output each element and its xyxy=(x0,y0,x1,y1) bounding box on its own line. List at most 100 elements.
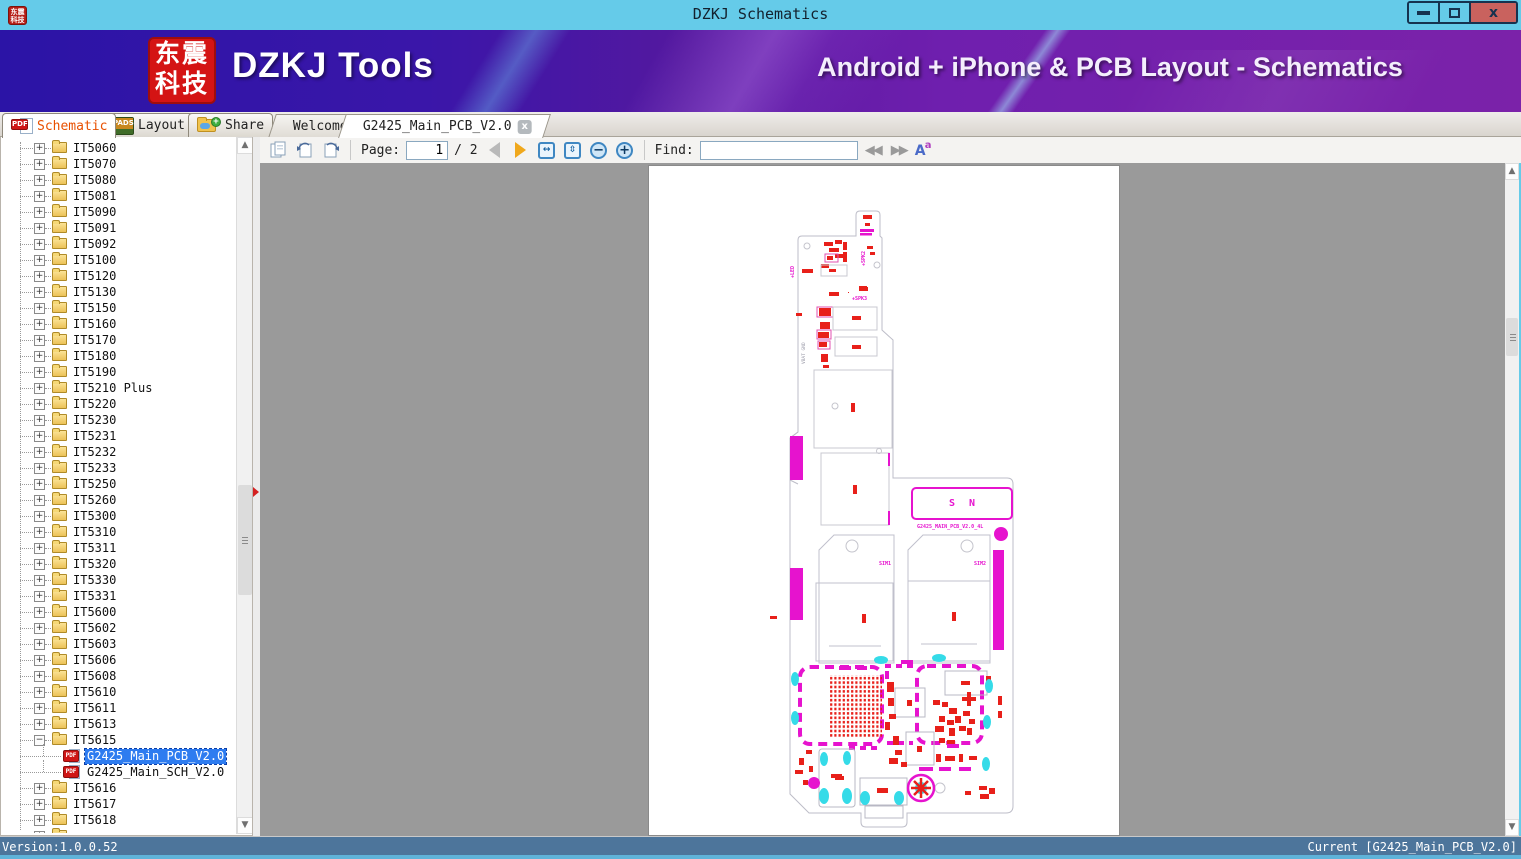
tree-expander-icon[interactable]: + xyxy=(34,287,45,298)
tree-expander-icon[interactable]: + xyxy=(34,399,45,410)
tree-item-folder[interactable]: + IT5220 xyxy=(1,396,237,412)
tree-item-label[interactable]: IT5220 xyxy=(71,397,118,412)
tree-item-label[interactable]: IT5610 xyxy=(71,685,118,700)
tree-item-label[interactable]: IT5130 xyxy=(71,285,118,300)
tree-item-folder[interactable]: + IT5610 xyxy=(1,684,237,700)
tree-item-label[interactable]: IT5210 Plus xyxy=(71,381,154,396)
tree-item-folder[interactable]: + IT5616 xyxy=(1,780,237,796)
tree-item-folder[interactable]: + IT5310 xyxy=(1,524,237,540)
tree-expander-icon[interactable]: + xyxy=(34,575,45,586)
font-size-button[interactable]: Aa xyxy=(914,140,934,160)
tree-item-file[interactable]: G2425_Main_PCB_V2.0 xyxy=(1,744,237,765)
viewer-scroll-down-button[interactable]: ▼ xyxy=(1505,819,1519,836)
tree-item-label[interactable]: IT5090 xyxy=(71,205,118,220)
tree-expander-icon[interactable]: + xyxy=(34,383,45,394)
tree-item-label[interactable]: IT5190 xyxy=(71,365,118,380)
tree-item-label[interactable]: IT5150 xyxy=(71,301,118,316)
tree-expander-icon[interactable]: + xyxy=(34,687,45,698)
tree-expander-icon[interactable]: + xyxy=(34,671,45,682)
tree-item-label[interactable]: IT5603 xyxy=(71,637,118,652)
tree-expander-icon[interactable]: + xyxy=(34,511,45,522)
tree-item-label[interactable]: IT5070 xyxy=(71,157,118,172)
tree-item-folder[interactable]: + IT5618 xyxy=(1,812,237,828)
tree-item-folder[interactable]: + IT5100 xyxy=(1,252,237,268)
doc-tab-close-icon[interactable]: x xyxy=(517,119,532,134)
tree-item-folder[interactable]: + IT5160 xyxy=(1,316,237,332)
tree-item-label[interactable]: IT5092 xyxy=(71,237,118,252)
tree-item-folder[interactable]: + IT5190 xyxy=(1,364,237,380)
find-next-button[interactable]: ▶▶ xyxy=(888,139,910,161)
viewer-scroll-up-button[interactable]: ▲ xyxy=(1505,163,1519,180)
tree-item-label[interactable]: IT5311 xyxy=(71,541,118,556)
tree-expander-icon[interactable]: + xyxy=(34,175,45,186)
tree-item-folder[interactable]: + IT5090 xyxy=(1,204,237,220)
tree-item-folder[interactable]: + IT5092 xyxy=(1,236,237,252)
tree-expander-icon[interactable]: + xyxy=(34,191,45,202)
tree-item-label[interactable]: IT5160 xyxy=(71,317,118,332)
tree-item-label[interactable]: IT5231 xyxy=(71,429,118,444)
minimize-button[interactable] xyxy=(1409,3,1440,22)
tree-item-label[interactable]: IT5232 xyxy=(71,445,118,460)
tree-item-folder[interactable]: + IT5330 xyxy=(1,572,237,588)
tree-item-label[interactable]: IT5331 xyxy=(71,589,118,604)
tree-item-folder[interactable]: + IT5080 xyxy=(1,172,237,188)
page-number-input[interactable] xyxy=(406,140,449,160)
tree-expander-icon[interactable]: + xyxy=(34,543,45,554)
tree-item-label[interactable]: IT5081 xyxy=(71,189,118,204)
zoom-out-button[interactable]: − xyxy=(588,139,610,161)
tab-schematic[interactable]: PDF Schematic xyxy=(2,113,117,138)
find-previous-button[interactable]: ◀◀ xyxy=(862,139,884,161)
tree-expander-icon[interactable]: + xyxy=(34,607,45,618)
tree-expander-icon[interactable]: + xyxy=(34,335,45,346)
tree-item-folder[interactable]: + IT5230 xyxy=(1,412,237,428)
tree-expander-icon[interactable]: + xyxy=(34,559,45,570)
tree-item-label[interactable]: IT5608 xyxy=(71,669,118,684)
viewer-scrollbar[interactable]: ▲ ▼ xyxy=(1505,163,1519,836)
tab-share[interactable]: + Share xyxy=(188,113,274,137)
tree-expander-icon[interactable]: + xyxy=(34,303,45,314)
tree-item-label[interactable]: IT5060 xyxy=(71,141,118,156)
tree-scroll-thumb[interactable] xyxy=(238,485,252,595)
tree-expander-icon[interactable]: + xyxy=(34,431,45,442)
doc-tab-current[interactable]: G2425_Main_PCB_V2.0 x xyxy=(338,114,551,138)
tree-item-label[interactable]: IT5320 xyxy=(71,557,118,572)
tree-item-label[interactable]: IT5330 xyxy=(71,573,118,588)
tree-item-label[interactable]: IT5180 xyxy=(71,349,118,364)
tree-item-label[interactable]: IT5611 xyxy=(71,701,118,716)
tree-item-file[interactable]: G2425_Main_SCH_V2.0 xyxy=(1,760,237,780)
tree-scrollbar[interactable]: ▲ ▼ xyxy=(236,137,252,834)
tree-expander-icon[interactable]: + xyxy=(34,831,45,833)
tree-item-label[interactable]: IT5615 xyxy=(71,733,118,748)
tree-expander-icon[interactable]: + xyxy=(34,207,45,218)
tree-item-label[interactable]: IT5300 xyxy=(71,509,118,524)
fit-page-button[interactable]: ⇳ xyxy=(562,139,584,161)
document-viewer[interactable]: +LED +SPK2 +SPK3 VBAT GND S N G2425_MAIN… xyxy=(260,163,1505,836)
tree-item-label[interactable]: IT5170 xyxy=(71,333,118,348)
tree-expander-icon[interactable]: + xyxy=(34,527,45,538)
tree-expander-icon[interactable]: + xyxy=(34,479,45,490)
maximize-button[interactable] xyxy=(1440,3,1471,22)
tree-item-folder[interactable]: + IT5210 Plus xyxy=(1,380,237,396)
tree-item-label[interactable]: IT5602 xyxy=(71,621,118,636)
tree-item-folder[interactable]: + IT5150 xyxy=(1,300,237,316)
tree-item-folder[interactable]: + IT5617 xyxy=(1,796,237,812)
find-input[interactable] xyxy=(699,140,858,160)
tree-expander-icon[interactable]: + xyxy=(34,367,45,378)
tree-expander-icon[interactable]: + xyxy=(34,351,45,362)
tree-item-label[interactable]: IT5606 xyxy=(71,653,118,668)
tree-item-folder[interactable]: + IT5170 xyxy=(1,332,237,348)
tree-expander-icon[interactable]: + xyxy=(34,159,45,170)
tree-expander-icon[interactable]: + xyxy=(34,415,45,426)
tree-item-folder[interactable]: + IT5602 xyxy=(1,620,237,636)
tree-item-folder[interactable]: + IT5331 xyxy=(1,588,237,604)
zoom-in-button[interactable]: + xyxy=(614,139,636,161)
tree-item-folder[interactable]: + IT5311 xyxy=(1,540,237,556)
tree-item-label[interactable]: IT5600 xyxy=(71,605,118,620)
tree-item-folder[interactable]: + IT5081 xyxy=(1,188,237,204)
tree-item-folder[interactable]: + IT5070 xyxy=(1,156,237,172)
previous-page-button[interactable] xyxy=(484,139,506,161)
tree-expander-icon[interactable]: + xyxy=(34,143,45,154)
rotate-right-icon[interactable] xyxy=(320,139,342,161)
rotate-left-icon[interactable] xyxy=(294,139,316,161)
close-button[interactable]: x xyxy=(1471,3,1516,22)
